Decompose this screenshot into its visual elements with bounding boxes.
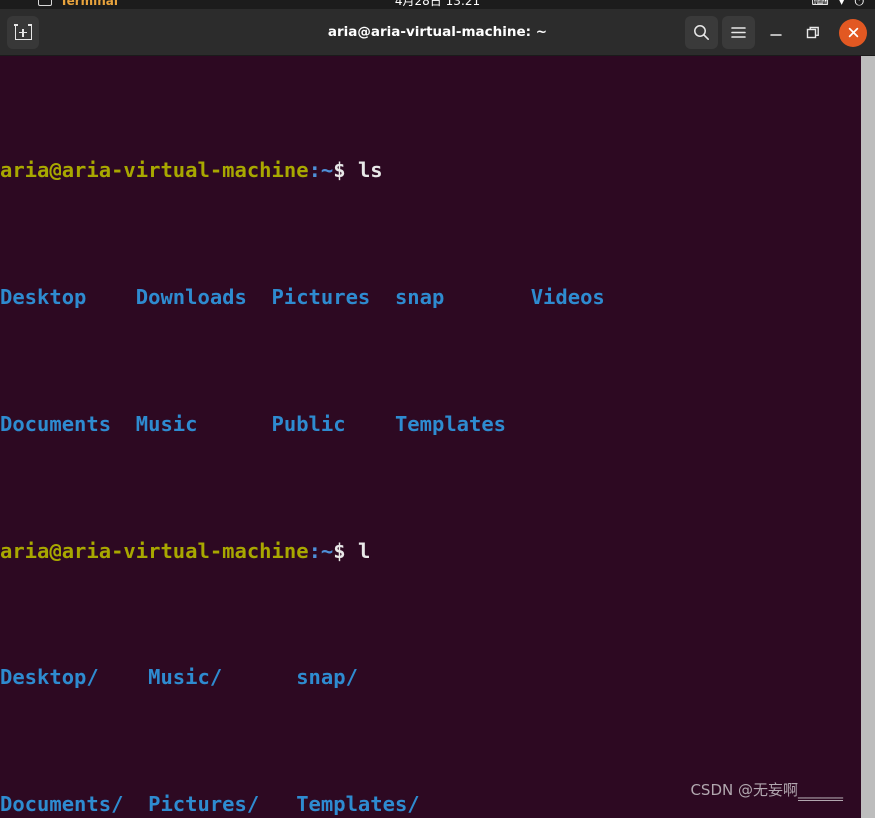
terminal-line-output-4: Documents/ Pictures/ Templates/ — [0, 789, 605, 818]
minimize-button[interactable] — [759, 16, 792, 49]
terminal-window: aria@aria-virtual-machine: ~ aria@aria-v… — [0, 9, 875, 818]
terminal-output-area[interactable]: aria@aria-virtual-machine:~$ ls Desktop … — [0, 56, 875, 818]
panel-clock[interactable]: 4月28日 13:21 — [0, 0, 875, 9]
screen: Terminal 4月28日 13:21 ⌨ ▾ ⏻ aria@aria-vir… — [0, 0, 875, 818]
prompt-path: ~ — [320, 538, 334, 563]
titlebar-right-controls — [685, 9, 869, 56]
terminal-line-output-1: Desktop Downloads Pictures snap Videos — [0, 282, 605, 314]
prompt-sigil: $ — [333, 538, 346, 563]
new-tab-icon — [13, 24, 33, 40]
prompt-colon: : — [308, 158, 321, 183]
terminal-line-prompt-1: aria@aria-virtual-machine:~$ ls — [0, 155, 605, 187]
close-icon — [848, 27, 858, 38]
terminal-line-output-2: Documents Music Public Templates — [0, 409, 605, 441]
panel-tray[interactable]: ⌨ ▾ ⏻ — [812, 0, 867, 9]
prompt-colon: : — [308, 538, 321, 563]
titlebar-left-controls — [7, 16, 39, 49]
command-l: l — [357, 538, 371, 563]
ls-output-row-2: Documents Music Public Templates — [0, 411, 507, 436]
prompt-user-host: aria@aria-virtual-machine — [0, 538, 309, 563]
terminal-scrollbar[interactable] — [861, 56, 875, 818]
watermark-tail: ______ — [798, 781, 843, 801]
command-ls: ls — [357, 158, 383, 183]
maximize-button[interactable] — [796, 16, 829, 49]
desktop-top-panel: Terminal 4月28日 13:21 ⌨ ▾ ⏻ — [0, 0, 875, 9]
prompt-sigil: $ — [333, 158, 346, 183]
menu-button[interactable] — [722, 16, 755, 49]
titlebar: aria@aria-virtual-machine: ~ — [0, 9, 875, 56]
prompt-user-host: aria@aria-virtual-machine — [0, 158, 309, 183]
ls-output-row-1: Desktop Downloads Pictures snap Videos — [0, 284, 605, 309]
prompt-path: ~ — [320, 158, 334, 183]
close-button[interactable] — [839, 18, 867, 47]
maximize-icon — [806, 26, 819, 38]
terminal-text: aria@aria-virtual-machine:~$ ls Desktop … — [0, 56, 605, 818]
l-output-row-2: Documents/ Pictures/ Templates/ — [0, 792, 420, 817]
watermark-text: CSDN @无妄啊 — [690, 781, 798, 799]
terminal-line-prompt-2: aria@aria-virtual-machine:~$ l — [0, 536, 605, 568]
hamburger-menu-icon — [731, 27, 746, 38]
search-icon — [694, 25, 709, 40]
l-output-row-1: Desktop/ Music/ snap/ — [0, 665, 358, 690]
new-tab-button[interactable] — [7, 16, 39, 49]
search-button[interactable] — [685, 16, 718, 49]
terminal-line-output-3: Desktop/ Music/ snap/ — [0, 662, 605, 694]
watermark: CSDN @无妄啊______ — [690, 779, 843, 801]
scrollbar-thumb[interactable] — [861, 56, 875, 818]
minimize-icon — [769, 33, 782, 36]
